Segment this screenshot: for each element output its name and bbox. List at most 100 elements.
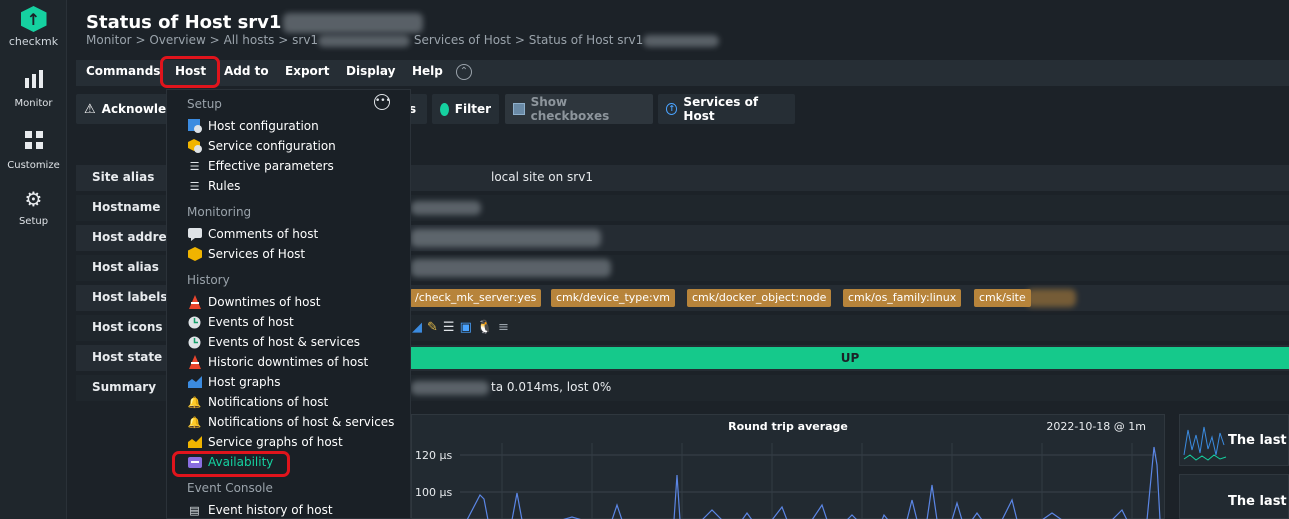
event-history-icon: ▤: [189, 503, 200, 517]
page-title: Status of Host srv1: [86, 12, 424, 33]
breadcrumb-all-hosts[interactable]: All hosts: [224, 33, 275, 47]
sidebar-item-label: Customize: [7, 160, 60, 171]
breadcrumb: Monitor > Overview > All hosts > srv1 Se…: [86, 33, 720, 47]
menu-item-label: Services of Host: [208, 247, 306, 261]
events-icon: [187, 335, 202, 349]
show-checkboxes-label: Show checkboxes: [530, 95, 610, 123]
chevron-up-icon[interactable]: ⌃: [456, 64, 472, 80]
menu-item-label: Historic downtimes of host: [208, 355, 369, 369]
menu-item-label: Event history of host: [208, 503, 333, 517]
menu-item-label: Downtimes of host: [208, 295, 321, 309]
mini-graph[interactable]: The last: [1179, 414, 1289, 466]
menu-display[interactable]: Display: [346, 64, 395, 78]
checkmk-logo[interactable]: ↑ checkmk: [0, 6, 67, 48]
show-checkboxes-button[interactable]: Show checkboxes: [505, 94, 653, 124]
menu-section-monitoring: Monitoring: [187, 205, 252, 219]
menu-item-historic-downtimes[interactable]: Historic downtimes of host: [187, 353, 368, 371]
sidebar-item-customize[interactable]: Customize: [0, 130, 67, 171]
menu-item-label: Notifications of host & services: [208, 415, 395, 429]
menu-item-host-graphs[interactable]: Host graphs: [187, 373, 281, 391]
info-circle-icon: ↑: [666, 103, 678, 115]
menu-item-comments-of-host[interactable]: Comments of host: [187, 225, 318, 243]
summary-value: ta 0.014ms, lost 0%: [491, 380, 612, 394]
graph-icon: [187, 435, 202, 449]
sidebar-item-setup[interactable]: ⚙ Setup: [0, 188, 67, 227]
menu-item-label: Host configuration: [208, 119, 319, 133]
filter-label: Filter: [454, 102, 491, 116]
menu-section-event-console: Event Console: [187, 481, 273, 495]
menu-item-label: Effective parameters: [208, 159, 334, 173]
menu-help[interactable]: Help: [412, 64, 443, 78]
mini-graph-title: The last: [1228, 433, 1287, 448]
services-of-host-button[interactable]: ↑ Services of Host: [658, 94, 795, 124]
menu-add-to[interactable]: Add to: [224, 64, 269, 78]
breadcrumb-status-of-host: Status of Host srv1: [528, 33, 644, 47]
menu-commands[interactable]: Commands: [86, 64, 160, 78]
menu-item-notifications-of-host[interactable]: 🔔 Notifications of host: [187, 393, 329, 411]
bar-chart-icon: [0, 70, 67, 92]
menu-bar: Commands Host Add to Export Display Help…: [76, 60, 1289, 86]
menu-item-service-configuration[interactable]: Service configuration: [187, 137, 336, 155]
services-icon: [187, 247, 202, 261]
menu-export[interactable]: Export: [285, 64, 329, 78]
more-options-icon[interactable]: •••: [374, 94, 391, 110]
menu-item-events-of-host-services[interactable]: Events of host & services: [187, 333, 360, 351]
downtime-icon: [187, 295, 202, 309]
page-title-text: Status of Host srv1: [86, 12, 282, 33]
acknowledge-button[interactable]: ⚠ Acknowle: [76, 94, 168, 124]
sidebar-item-label: Setup: [18, 216, 49, 227]
sidebar-item-monitor[interactable]: Monitor: [0, 70, 67, 109]
checkmk-logo-icon: ↑: [20, 6, 47, 32]
menu-item-events-of-host[interactable]: Events of host: [187, 313, 294, 331]
sidebar: ↑ checkmk Monitor Customize ⚙ Setup: [0, 0, 67, 519]
filter-button[interactable]: Filter: [432, 94, 499, 124]
host-label-tag[interactable]: cmk/docker_object:node: [687, 289, 832, 307]
host-label-tag[interactable]: /check_mk_server:yes: [410, 289, 542, 307]
redacted-text: [643, 34, 720, 47]
menu-item-effective-parameters[interactable]: ☰ Effective parameters: [187, 157, 334, 175]
menu-icon[interactable]: ≡: [498, 320, 509, 335]
menu-item-downtimes-of-host[interactable]: Downtimes of host: [187, 293, 320, 311]
menu-item-notifications-of-host-services[interactable]: 🔔 Notifications of host & services: [187, 413, 395, 431]
menu-item-services-of-host[interactable]: Services of Host: [187, 245, 305, 263]
breadcrumb-separator: >: [135, 33, 146, 47]
service-config-icon: [187, 139, 202, 153]
menu-item-label: Events of host: [208, 315, 294, 329]
brand-name: checkmk: [8, 35, 59, 48]
menu-item-label: Events of host & services: [208, 335, 360, 349]
redacted-text: [283, 13, 424, 33]
graph-icon[interactable]: ◢: [412, 320, 422, 335]
menu-item-rules[interactable]: ☰ Rules: [187, 177, 241, 195]
breadcrumb-separator: >: [209, 33, 220, 47]
gear-icon: ⚙: [24, 187, 43, 211]
highlight-host-menu: [160, 56, 220, 88]
menu-item-host-configuration[interactable]: Host configuration: [187, 117, 319, 135]
menu-item-event-history-of-host[interactable]: ▤ Event history of host: [187, 501, 333, 519]
wrench-icon[interactable]: ✎: [427, 320, 438, 335]
breadcrumb-monitor[interactable]: Monitor: [86, 33, 132, 47]
mini-graph-title: The last: [1228, 494, 1287, 509]
menu-item-label: Rules: [208, 179, 241, 193]
row-label: Site alias: [92, 170, 155, 184]
breadcrumb-services-of-host[interactable]: Services of Host: [414, 33, 511, 47]
mini-graph[interactable]: The last: [1179, 474, 1289, 519]
round-trip-graph[interactable]: Round trip average 2022-10-18 @ 1m 120 µ…: [411, 414, 1165, 519]
menu-section-history: History: [187, 273, 230, 287]
monitor-icon[interactable]: ▣: [460, 320, 472, 335]
host-label-tag[interactable]: cmk/site: [974, 289, 1031, 307]
row-label: Host icons: [92, 320, 163, 334]
breadcrumb-separator: >: [514, 33, 525, 47]
redacted-text: [411, 381, 489, 395]
host-config-icon: [187, 119, 202, 133]
breadcrumb-host[interactable]: srv1: [292, 33, 318, 47]
menu-item-label: Host graphs: [208, 375, 281, 389]
host-label-tag[interactable]: cmk/os_family:linux: [843, 289, 962, 307]
host-label-tag[interactable]: cmk/device_type:vm: [551, 289, 675, 307]
breadcrumb-overview[interactable]: Overview: [149, 33, 206, 47]
redacted-text: [411, 201, 481, 215]
services-of-host-label: Services of Host: [683, 95, 759, 123]
menu-item-service-graphs-of-host[interactable]: Service graphs of host: [187, 433, 343, 451]
linux-icon[interactable]: 🐧: [477, 320, 493, 335]
sidebar-item-label: Monitor: [14, 98, 53, 109]
rules-icon[interactable]: ☰: [443, 320, 455, 335]
